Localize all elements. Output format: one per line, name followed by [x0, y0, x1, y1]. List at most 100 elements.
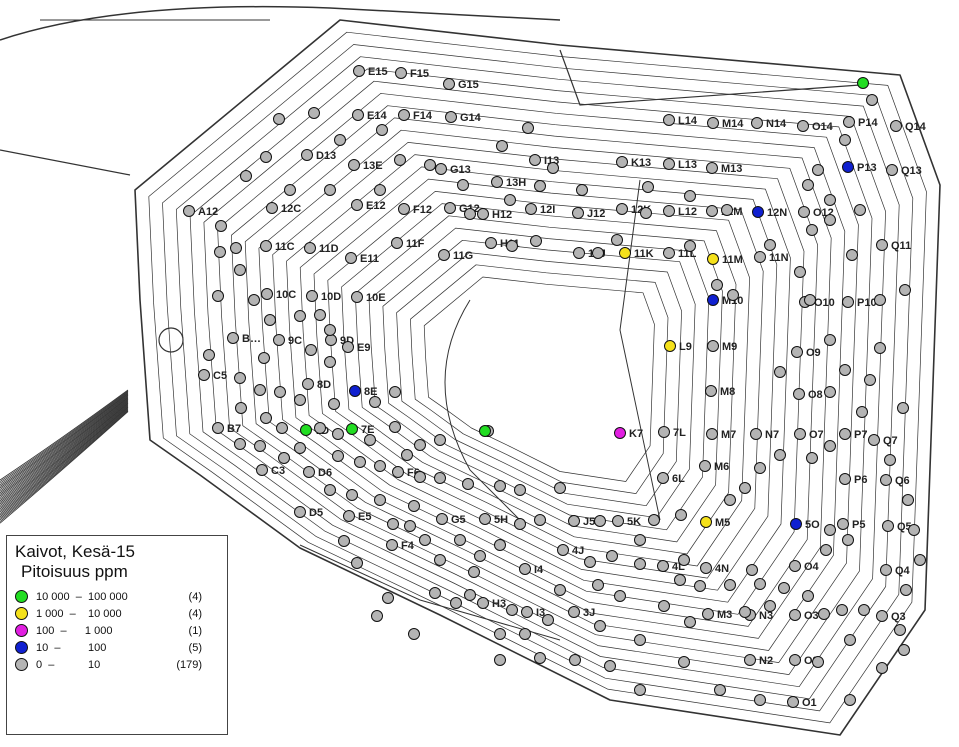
well-label: N2 — [759, 655, 773, 667]
well-marker — [684, 616, 696, 628]
well-marker — [424, 159, 436, 171]
well-label: 10E — [366, 292, 386, 304]
well-marker — [352, 109, 364, 121]
well-marker — [619, 247, 631, 259]
well-marker — [714, 684, 726, 696]
well-marker — [408, 500, 420, 512]
well-marker — [806, 224, 818, 236]
well-marker — [658, 426, 670, 438]
well-label: B7 — [227, 423, 241, 435]
well-marker — [351, 291, 363, 303]
well-marker — [212, 422, 224, 434]
well-marker — [898, 644, 910, 656]
well-marker — [479, 513, 491, 525]
well-marker — [820, 544, 832, 556]
well-label: L13 — [678, 159, 697, 171]
well-marker — [791, 346, 803, 358]
well-marker — [260, 240, 272, 252]
well-marker — [324, 356, 336, 368]
well-marker — [376, 124, 388, 136]
legend-range: 10 – 100 — [36, 641, 107, 654]
well-marker — [234, 264, 246, 276]
well-marker — [592, 579, 604, 591]
well-label: B… — [242, 333, 261, 345]
well-label: H3 — [492, 598, 506, 610]
well-label: Q13 — [901, 165, 922, 177]
well-marker — [215, 220, 227, 232]
well-marker — [351, 557, 363, 569]
well-marker — [254, 440, 266, 452]
well-marker — [300, 424, 312, 436]
well-marker — [857, 77, 869, 89]
well-marker — [369, 396, 381, 408]
well-label: 7E — [361, 424, 374, 436]
well-marker — [824, 214, 836, 226]
well-marker — [868, 434, 880, 446]
legend-row: 10 – 100 (5) — [15, 639, 219, 656]
well-marker — [876, 239, 888, 251]
well-marker — [658, 600, 670, 612]
well-marker — [584, 556, 596, 568]
well-marker — [793, 388, 805, 400]
well-label: O1 — [802, 697, 817, 709]
well-marker — [699, 460, 711, 472]
well-marker — [908, 524, 920, 536]
well-label: 8D — [317, 379, 331, 391]
well-marker — [324, 484, 336, 496]
well-label: 5K — [627, 516, 641, 528]
well-marker — [900, 584, 912, 596]
well-marker — [227, 332, 239, 344]
well-marker — [798, 206, 810, 218]
well-label: E14 — [367, 110, 387, 122]
well-marker — [234, 438, 246, 450]
well-marker — [774, 366, 786, 378]
well-marker — [884, 454, 896, 466]
well-marker — [345, 252, 357, 264]
well-marker — [525, 203, 537, 215]
well-marker — [684, 240, 696, 252]
well-label: 11F — [406, 238, 425, 250]
well-marker — [314, 309, 326, 321]
well-marker — [616, 156, 628, 168]
well-marker — [391, 237, 403, 249]
well-marker — [648, 514, 660, 526]
well-marker — [494, 654, 506, 666]
well-label: G14 — [460, 112, 482, 124]
legend-count: (4) — [188, 607, 202, 620]
well-label: Q11 — [891, 240, 911, 252]
well-marker — [804, 294, 816, 306]
well-marker — [462, 478, 474, 490]
well-marker — [324, 324, 336, 336]
well-marker — [754, 251, 766, 263]
well-label: 11M — [722, 254, 743, 266]
well-label: L12 — [678, 206, 697, 218]
well-marker — [874, 294, 886, 306]
well-label: F14 — [413, 110, 433, 122]
well-label: P7 — [854, 429, 867, 441]
well-marker — [744, 654, 756, 666]
well-marker — [328, 398, 340, 410]
well-marker — [836, 604, 848, 616]
well-marker — [794, 428, 806, 440]
well-marker — [256, 464, 268, 476]
well-marker — [663, 247, 675, 259]
well-label: 13H — [506, 177, 526, 189]
legend-count: (179) — [176, 658, 202, 671]
well-marker — [374, 494, 386, 506]
well-marker — [640, 207, 652, 219]
well-marker — [678, 656, 690, 668]
well-marker — [812, 164, 824, 176]
well-label: O3 — [804, 610, 819, 622]
well-marker — [521, 606, 533, 618]
well-label: 12N — [767, 207, 787, 219]
well-marker — [450, 597, 462, 609]
well-marker — [700, 562, 712, 574]
legend-row: 0 – 10 (179) — [15, 656, 219, 673]
well-label: P6 — [854, 474, 867, 486]
well-marker — [351, 199, 363, 211]
well-marker — [706, 428, 718, 440]
well-marker — [203, 349, 215, 361]
well-marker — [260, 412, 272, 424]
well-label: 11G — [453, 250, 473, 262]
well-marker — [485, 237, 497, 249]
